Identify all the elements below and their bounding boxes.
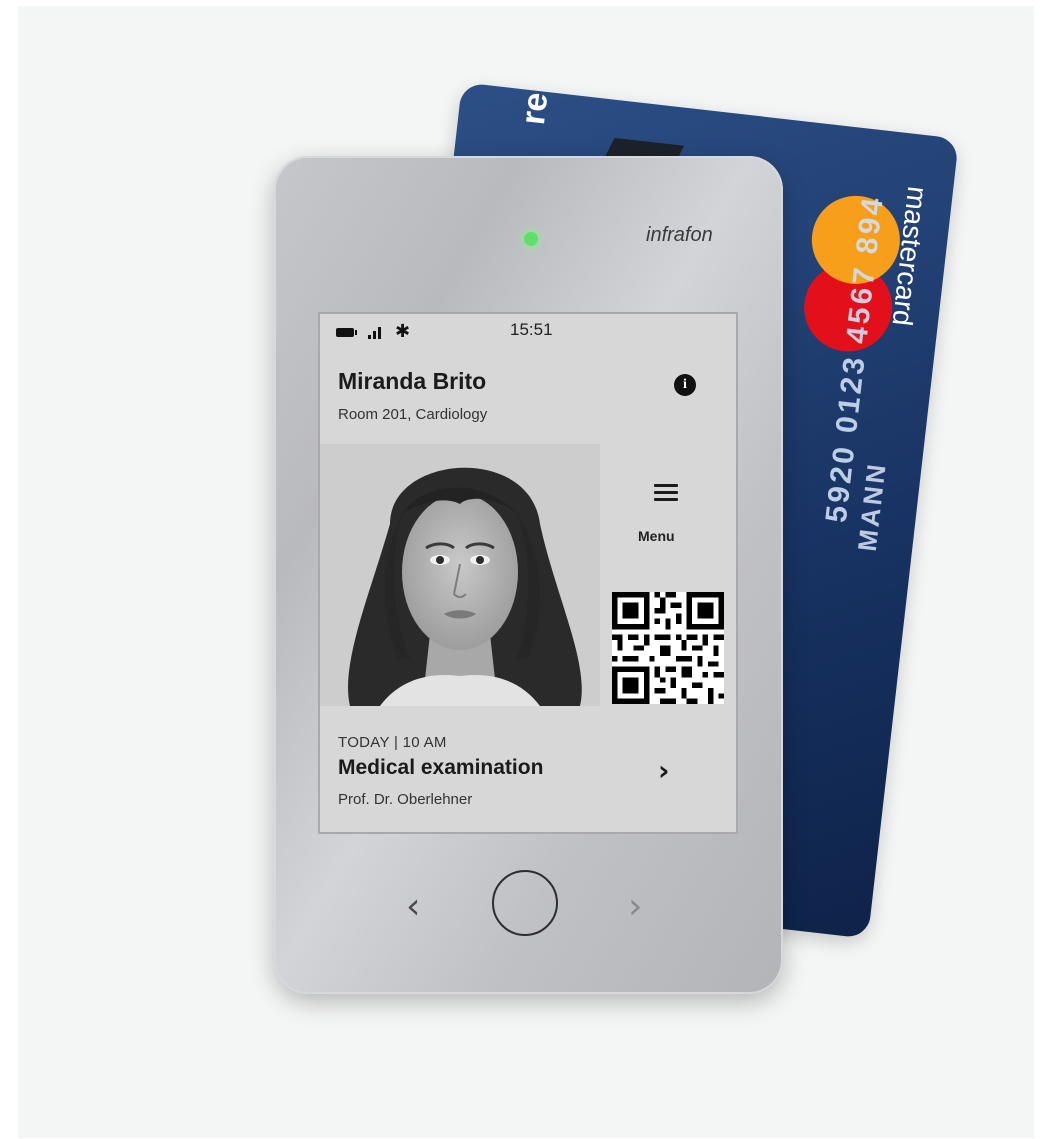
chevron-left-icon[interactable]: ‹ <box>406 886 420 927</box>
device-screen: ✱ 15:51 Miranda Brito Room 201, Cardiolo… <box>318 312 738 834</box>
info-icon[interactable]: i <box>674 374 696 396</box>
chevron-right-nav-icon[interactable]: › <box>628 886 642 927</box>
appointment-doctor: Prof. Dr. Oberlehner <box>338 791 473 808</box>
status-time: 15:51 <box>510 320 553 339</box>
menu-label[interactable]: Menu <box>638 528 675 544</box>
profile-photo <box>320 444 600 706</box>
bluetooth-icon: ✱ <box>395 321 411 342</box>
badge-device: infrafon ✱ 15:51 Miranda Brito Room 201,… <box>274 156 783 994</box>
signal-icon <box>368 325 381 339</box>
status-bar: ✱ <box>336 320 410 344</box>
device-brand-logo: infrafon <box>646 224 713 246</box>
home-button[interactable] <box>492 870 558 936</box>
person-location: Room 201, Cardiology <box>338 406 488 423</box>
appointment-time: TODAY | 10 AM <box>338 734 447 751</box>
chevron-right-icon[interactable]: › <box>658 754 670 787</box>
menu-icon[interactable] <box>654 484 678 502</box>
status-led <box>524 232 538 246</box>
appointment-title[interactable]: Medical examination <box>338 756 543 780</box>
person-name: Miranda Brito <box>338 368 487 394</box>
qr-code <box>612 592 724 704</box>
qr-code-image <box>612 592 724 704</box>
battery-icon <box>336 327 357 337</box>
card-brand-text: re <box>513 90 556 127</box>
portrait-illustration <box>320 444 600 706</box>
